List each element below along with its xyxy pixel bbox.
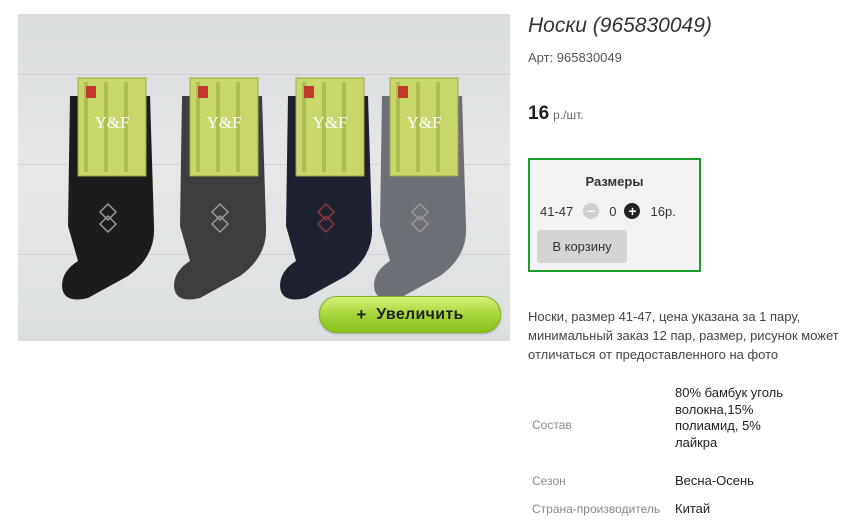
product-image[interactable]: Y&F Y&F Y&F Y&F xyxy=(18,14,510,341)
plus-icon[interactable]: + xyxy=(624,203,641,219)
spec-value-country: Китай xyxy=(675,501,711,516)
plus-icon: + xyxy=(356,304,367,324)
size-label: 41-47 xyxy=(540,203,574,219)
product-description: Носки, размер 41-47, цена указана за 1 п… xyxy=(528,307,850,364)
sock-2: Y&F xyxy=(170,76,290,306)
size-row: 41-47 − 0 + 16р. xyxy=(540,203,676,219)
add-to-cart-button[interactable]: В корзину xyxy=(537,230,627,263)
description-line: Носки, размер 41-47, цена указана за 1 п… xyxy=(528,309,801,324)
sizes-heading: Размеры xyxy=(585,174,644,189)
sock-4: Y&F xyxy=(370,76,490,306)
svg-text:Y&F: Y&F xyxy=(407,113,442,132)
description-line: отличаться от предоставленного на фото xyxy=(528,347,779,362)
svg-text:Y&F: Y&F xyxy=(313,113,348,132)
product-article: Арт: 965830049 xyxy=(528,50,622,65)
zoom-button-label: Увеличить xyxy=(376,305,464,323)
spec-label-country: Страна-производитель xyxy=(532,502,661,516)
spec-value-season: Весна-Осень xyxy=(675,473,754,488)
wood-plank-line xyxy=(18,74,510,75)
row-price: 16р. xyxy=(650,203,676,219)
spec-label-season: Сезон xyxy=(532,474,566,488)
minus-icon[interactable]: − xyxy=(583,203,600,219)
quantity-value[interactable]: 0 xyxy=(609,204,616,219)
price-value: 16 xyxy=(528,103,550,124)
zoom-button[interactable]: + Увеличить xyxy=(319,296,501,333)
product-price: 16 р./шт. xyxy=(528,103,584,125)
price-unit: р./шт. xyxy=(553,108,584,122)
spec-value-composition: 80% бамбук уголь волокна,15% полиамид, 5… xyxy=(675,385,784,450)
description-line: минимальный заказ 12 пар, размер, рисуно… xyxy=(528,328,839,343)
spec-label-composition: Состав xyxy=(532,418,572,432)
sizes-panel: Размеры 41-47 − 0 + 16р. В корзину xyxy=(528,158,701,272)
sock-1: Y&F xyxy=(58,76,178,306)
svg-text:Y&F: Y&F xyxy=(95,113,130,132)
svg-text:Y&F: Y&F xyxy=(207,113,242,132)
product-title: Носки (965830049) xyxy=(528,14,712,37)
